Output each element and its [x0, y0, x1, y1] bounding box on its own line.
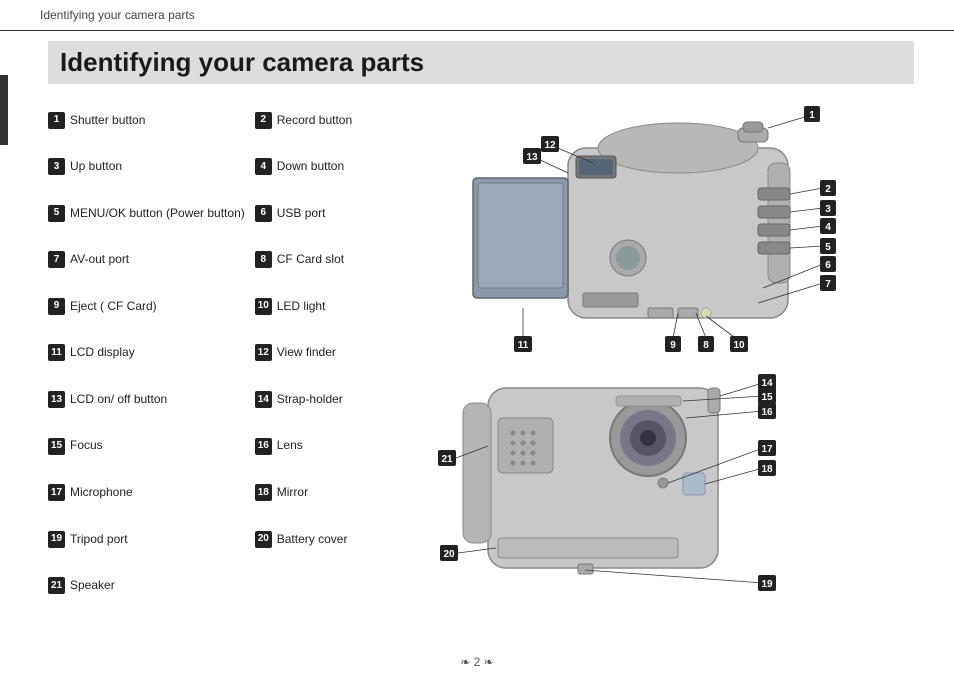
- svg-text:17: 17: [761, 444, 773, 455]
- svg-text:7: 7: [825, 279, 831, 290]
- images-area: 1 2 3 4 5: [368, 98, 914, 608]
- part-label: LCD on/ off button: [70, 390, 167, 409]
- part-number: 15: [48, 438, 65, 455]
- part-item-3: 3 Up button: [48, 145, 245, 190]
- page-footer: ❧ 2 ❧: [0, 655, 954, 669]
- part-number: 14: [255, 391, 272, 408]
- svg-text:18: 18: [761, 464, 773, 475]
- part-number: 7: [48, 251, 65, 268]
- svg-text:9: 9: [670, 340, 676, 351]
- part-label: View finder: [277, 343, 336, 362]
- part-item-5: 5 MENU/OK button (Power button): [48, 191, 245, 236]
- svg-text:1: 1: [809, 110, 815, 121]
- part-item-6: 6 USB port: [255, 191, 358, 236]
- part-label: LCD display: [70, 343, 135, 362]
- part-number: 11: [48, 344, 65, 361]
- svg-text:4: 4: [825, 222, 831, 233]
- svg-text:11: 11: [518, 340, 529, 351]
- part-label: Speaker: [70, 576, 115, 595]
- part-label: Down button: [277, 157, 344, 176]
- part-item-11: 11 LCD display: [48, 331, 245, 376]
- part-label: Shutter button: [70, 111, 145, 130]
- svg-text:12: 12: [544, 140, 556, 151]
- part-item-19: 19 Tripod port: [48, 517, 245, 562]
- svg-text:13: 13: [526, 152, 538, 163]
- part-item-18: 18 Mirror: [255, 470, 358, 515]
- part-label: Up button: [70, 157, 122, 176]
- part-item-4: 4 Down button: [255, 145, 358, 190]
- part-label: Strap-holder: [277, 390, 343, 409]
- part-number: 17: [48, 484, 65, 501]
- page-number: ❧ 2 ❧: [460, 655, 493, 669]
- part-number: 12: [255, 344, 272, 361]
- svg-text:5: 5: [825, 242, 831, 253]
- part-number: 5: [48, 205, 65, 222]
- part-item-8: 8 CF Card slot: [255, 238, 358, 283]
- header: Identifying your camera parts: [0, 0, 954, 31]
- svg-text:20: 20: [443, 549, 455, 560]
- part-label: Battery cover: [277, 530, 348, 549]
- part-item-10: 10 LED light: [255, 284, 358, 329]
- part-number: 16: [255, 438, 272, 455]
- part-item-20: 20 Battery cover: [255, 517, 358, 562]
- part-number: 6: [255, 205, 272, 222]
- part-item-12: 12 View finder: [255, 331, 358, 376]
- part-item-16: 16 Lens: [255, 424, 358, 469]
- part-item-9: 9 Eject ( CF Card): [48, 284, 245, 329]
- part-label: Tripod port: [70, 530, 128, 549]
- part-number: 2: [255, 112, 272, 129]
- svg-text:2: 2: [825, 184, 831, 195]
- part-item-2: 2 Record button: [255, 98, 358, 143]
- svg-text:3: 3: [825, 204, 831, 215]
- part-item-13: 13 LCD on/ off button: [48, 377, 245, 422]
- part-item-21: 21 Speaker: [48, 563, 245, 608]
- camera-bottom-svg: 14 15 16 17 18: [368, 368, 848, 608]
- svg-text:10: 10: [733, 340, 745, 351]
- camera-diagram-bottom: 14 15 16 17 18: [368, 368, 914, 608]
- svg-text:6: 6: [825, 260, 831, 271]
- part-label: MENU/OK button (Power button): [70, 204, 245, 223]
- camera-diagram-top: 1 2 3 4 5: [368, 98, 914, 358]
- camera-top-svg: 1 2 3 4 5: [368, 98, 848, 358]
- svg-text:19: 19: [761, 579, 773, 590]
- part-number: 1: [48, 112, 65, 129]
- parts-list: 1 Shutter button 2 Record button 3 Up button 4…: [48, 98, 358, 608]
- part-label: LED light: [277, 297, 326, 316]
- part-label: USB port: [277, 204, 326, 223]
- part-label: Eject ( CF Card): [70, 297, 157, 316]
- svg-text:15: 15: [761, 392, 773, 403]
- part-item-7: 7 AV-out port: [48, 238, 245, 283]
- page-title: Identifying your camera parts: [48, 41, 914, 84]
- part-number: 9: [48, 298, 65, 315]
- part-label: Record button: [277, 111, 352, 130]
- breadcrumb: Identifying your camera parts: [40, 8, 195, 22]
- part-number: 18: [255, 484, 272, 501]
- part-number: 21: [48, 577, 65, 594]
- part-number: 19: [48, 531, 65, 548]
- part-item-1: 1 Shutter button: [48, 98, 245, 143]
- part-item-17: 17 Microphone: [48, 470, 245, 515]
- part-label: Mirror: [277, 483, 308, 502]
- part-number: 4: [255, 158, 272, 175]
- part-label: Microphone: [70, 483, 133, 502]
- part-number: 13: [48, 391, 65, 408]
- main-content: Identifying your camera parts 1 Shutter b…: [0, 31, 954, 618]
- part-item-15: 15 Focus: [48, 424, 245, 469]
- part-item-14: 14 Strap-holder: [255, 377, 358, 422]
- part-label: CF Card slot: [277, 250, 344, 269]
- accent-bar: [0, 75, 8, 145]
- part-label: AV-out port: [70, 250, 129, 269]
- svg-text:21: 21: [441, 454, 453, 465]
- part-number: 3: [48, 158, 65, 175]
- svg-text:16: 16: [761, 407, 773, 418]
- part-number: 20: [255, 531, 272, 548]
- part-label: Focus: [70, 436, 103, 455]
- svg-text:14: 14: [761, 378, 773, 389]
- part-number: 10: [255, 298, 272, 315]
- part-number: 8: [255, 251, 272, 268]
- content-layout: 1 Shutter button 2 Record button 3 Up button 4…: [48, 98, 914, 608]
- part-label: Lens: [277, 436, 303, 455]
- svg-text:8: 8: [703, 340, 709, 351]
